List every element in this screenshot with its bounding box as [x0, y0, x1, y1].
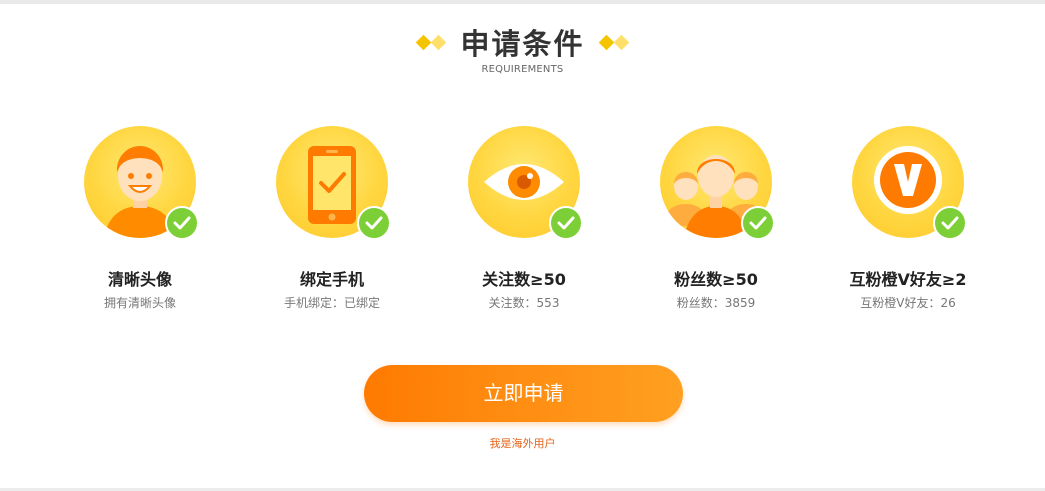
requirement-title: 粉丝数≥50	[674, 270, 758, 289]
page-title: 申请条件	[460, 27, 585, 61]
section-header: 申请条件 REQUIREMENTS	[0, 22, 1045, 75]
check-circle-icon	[933, 206, 967, 240]
check-circle-icon	[165, 206, 199, 240]
apply-now-button[interactable]: 立即申请	[364, 365, 683, 422]
check-circle-icon	[549, 206, 583, 240]
requirement-title: 绑定手机	[299, 270, 364, 289]
requirement-fans: 粉丝数≥50 粉丝数：3859	[616, 126, 816, 311]
requirement-detail: 粉丝数：3859	[676, 296, 756, 310]
requirement-avatar: 清晰头像 拥有清晰头像	[40, 126, 240, 311]
right-diamond-decoration	[598, 34, 629, 50]
requirement-detail: 互粉橙V好友：26	[860, 296, 956, 310]
requirement-detail: 手机绑定：已绑定	[283, 296, 380, 310]
requirement-phone: 绑定手机 手机绑定：已绑定	[232, 126, 432, 311]
requirement-detail: 拥有清晰头像	[103, 296, 176, 310]
check-circle-icon	[741, 206, 775, 240]
overseas-user-link[interactable]: 我是海外用户	[0, 435, 1045, 451]
requirement-title: 清晰头像	[107, 270, 172, 289]
requirement-follows: 关注数≥50 关注数：553	[424, 126, 624, 311]
requirement-title: 互粉橙V好友≥2	[849, 270, 967, 289]
requirement-detail: 关注数：553	[488, 296, 560, 310]
requirement-title: 关注数≥50	[482, 270, 566, 289]
check-circle-icon	[357, 206, 391, 240]
left-diamond-decoration	[416, 34, 447, 50]
top-divider	[0, 0, 1045, 4]
title-row: 申请条件	[0, 22, 1045, 62]
page-subtitle: REQUIREMENTS	[481, 64, 564, 75]
requirement-orange-v-friends: 互粉橙V好友≥2 互粉橙V好友：26	[808, 126, 1008, 311]
